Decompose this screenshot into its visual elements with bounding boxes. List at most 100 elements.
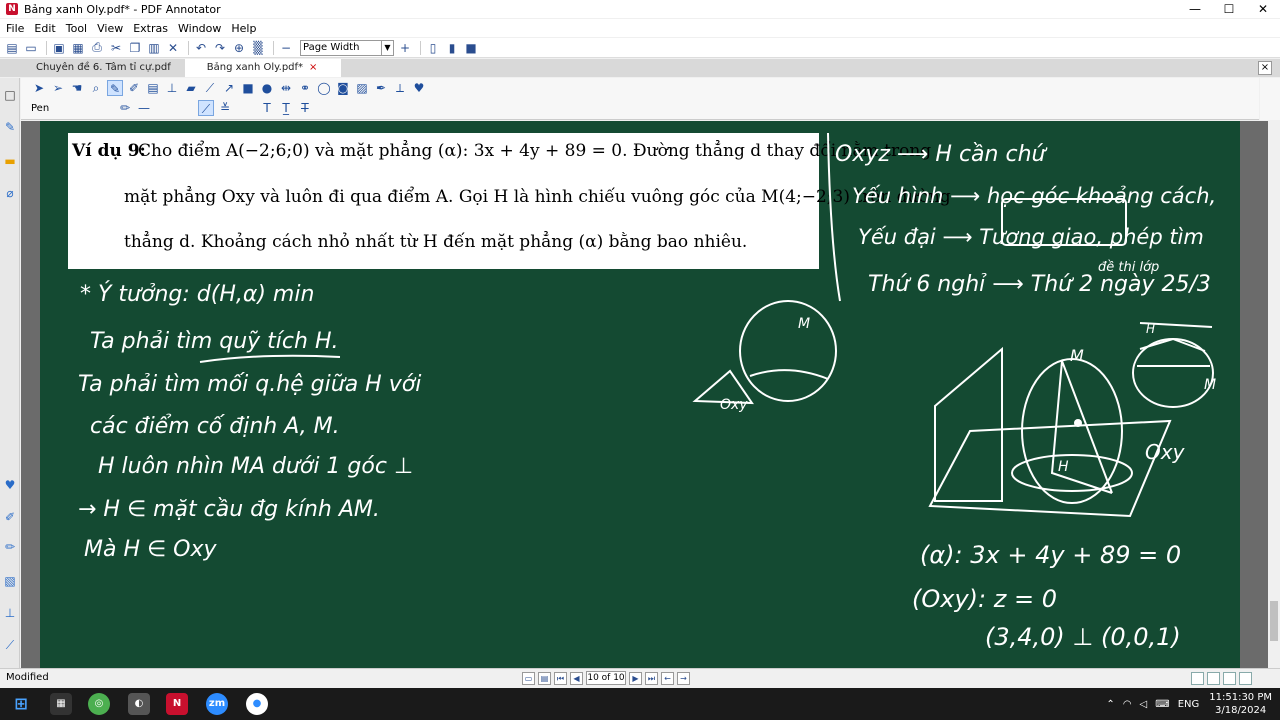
ruler-icon[interactable]: ⟂ <box>392 80 408 96</box>
back-icon[interactable]: ← <box>661 671 674 685</box>
eraser-icon[interactable]: ▰ <box>183 80 199 96</box>
new-icon[interactable]: ▤ <box>4 40 20 56</box>
measure-icon[interactable]: ⇹ <box>278 80 294 96</box>
pencil-icon[interactable]: ✏ <box>3 540 17 554</box>
binoculars-icon[interactable]: ⊕ <box>231 40 247 56</box>
menu-file[interactable]: File <box>6 22 24 35</box>
strikeout-icon[interactable]: T̶ <box>297 100 313 116</box>
rectangle-icon[interactable]: ■ <box>240 80 256 96</box>
menu-window[interactable]: Window <box>178 22 221 35</box>
language-indicator[interactable]: ENG <box>1178 699 1200 710</box>
zoom-out-icon[interactable]: − <box>278 40 294 56</box>
select-arrow-icon[interactable]: ➤ <box>31 80 47 96</box>
highlighter-icon[interactable]: ✐ <box>3 510 17 524</box>
underline-icon[interactable]: T̲ <box>278 100 294 116</box>
pen-color-icon[interactable]: ✏ <box>117 100 133 116</box>
close-document-icon[interactable]: × <box>1258 61 1272 75</box>
menu-edit[interactable]: Edit <box>34 22 55 35</box>
undo-icon[interactable]: ↶ <box>193 40 209 56</box>
scrollbar-thumb[interactable] <box>1270 601 1278 641</box>
chat-app-icon[interactable]: ● <box>246 693 268 715</box>
stamp-icon[interactable]: ⊥ <box>3 606 17 620</box>
app-icon[interactable]: ◐ <box>128 693 150 715</box>
paste-icon[interactable]: ▥ <box>146 40 162 56</box>
ellipse-icon[interactable]: ● <box>259 80 275 96</box>
pdf-annotator-taskbar-icon[interactable]: N <box>166 693 188 715</box>
pen-style-icon[interactable]: ⟋ <box>198 100 214 116</box>
maximize-button[interactable]: ☐ <box>1212 0 1246 18</box>
browser-icon[interactable]: ◎ <box>88 693 110 715</box>
page-width-icon[interactable]: ▮ <box>444 40 460 56</box>
keyboard-icon[interactable]: ⌨ <box>1155 699 1169 710</box>
favorites-heart-icon[interactable]: ♥ <box>3 478 17 492</box>
select-text-icon[interactable]: ➢ <box>50 80 66 96</box>
save-all-icon[interactable]: ▦ <box>70 40 86 56</box>
zoom-select[interactable]: Page Width ▼ <box>300 39 394 56</box>
text-style-icon[interactable]: T <box>259 100 275 116</box>
wifi-icon[interactable]: ◠ <box>1123 699 1132 710</box>
clock[interactable]: 11:51:30 PM 3/18/2024 <box>1209 691 1272 717</box>
minimize-button[interactable]: — <box>1178 0 1212 18</box>
pen-tool-icon[interactable]: ✎ <box>107 80 123 96</box>
continuous-view-icon[interactable] <box>1207 672 1220 685</box>
fullscreen-icon[interactable]: ■ <box>463 40 479 56</box>
delete-icon[interactable]: ✕ <box>165 40 181 56</box>
image-icon[interactable]: ▧ <box>3 574 17 588</box>
folder-open-icon[interactable]: ▭ <box>522 671 535 685</box>
pages-icon[interactable]: ▤ <box>538 671 551 685</box>
favorites-icon[interactable]: ♥ <box>411 80 427 96</box>
stamp-tool-icon[interactable]: ⊥ <box>164 80 180 96</box>
pdf-page[interactable]: Ví dụ 9: Cho điểm A(−2;6;0) và mặt phẳng… <box>40 121 1240 668</box>
print-icon[interactable]: ⎙ <box>89 40 105 56</box>
pipette-icon[interactable]: ✒ <box>373 80 389 96</box>
open-icon[interactable]: ▭ <box>23 40 39 56</box>
close-button[interactable]: ✕ <box>1246 0 1280 18</box>
zoom-in-icon[interactable]: + <box>397 40 413 56</box>
magnifier-icon[interactable]: ⌕ <box>88 80 104 96</box>
smooth-icon[interactable]: ≚ <box>217 100 233 116</box>
select-all-icon[interactable]: ▒ <box>250 40 266 56</box>
forward-icon[interactable]: → <box>677 671 690 685</box>
tab-chuyen-de-6[interactable]: Chuyên đề 6. Tâm tỉ cự.pdf <box>0 59 185 77</box>
menu-tool[interactable]: Tool <box>66 22 87 35</box>
calculator-icon[interactable]: ▦ <box>50 693 72 715</box>
volume-icon[interactable]: ◁ <box>1140 699 1148 710</box>
folder-icon[interactable]: ▬ <box>3 154 17 168</box>
next-page-icon[interactable]: ▶ <box>629 671 642 685</box>
lasso-icon[interactable]: ◯ <box>316 80 332 96</box>
chevron-up-icon[interactable]: ⌃ <box>1106 699 1114 710</box>
single-page-icon[interactable]: ▯ <box>425 40 441 56</box>
zoom-icon[interactable]: zm <box>206 693 228 715</box>
line-tool-icon[interactable]: ⟋ <box>3 638 17 652</box>
tab-close-icon[interactable]: × <box>309 62 317 73</box>
grid-view-icon[interactable] <box>1239 672 1252 685</box>
link-icon[interactable]: ⚭ <box>297 80 313 96</box>
cut-icon[interactable]: ✂ <box>108 40 124 56</box>
menu-extras[interactable]: Extras <box>133 22 168 35</box>
page-indicator[interactable]: 10 of 10 <box>586 671 626 685</box>
redo-icon[interactable]: ↷ <box>212 40 228 56</box>
line-icon[interactable]: ⟋ <box>202 80 218 96</box>
tab-bang-xanh-oly[interactable]: Bảng xanh Oly.pdf* × <box>184 59 342 77</box>
save-icon[interactable]: ▣ <box>51 40 67 56</box>
menu-view[interactable]: View <box>97 22 123 35</box>
line-width-icon[interactable]: — <box>136 100 152 116</box>
first-page-icon[interactable]: ⏮ <box>554 671 567 685</box>
copy-icon[interactable]: ❐ <box>127 40 143 56</box>
two-page-view-icon[interactable] <box>1223 672 1236 685</box>
text-box-icon[interactable]: ▤ <box>145 80 161 96</box>
sidebar-toggle-icon[interactable]: □ <box>3 88 17 102</box>
camera-icon[interactable]: ◙ <box>335 80 351 96</box>
last-page-icon[interactable]: ⏭ <box>645 671 658 685</box>
single-view-icon[interactable] <box>1191 672 1204 685</box>
menu-help[interactable]: Help <box>231 22 256 35</box>
image-insert-icon[interactable]: ▨ <box>354 80 370 96</box>
pen-favorite-icon[interactable]: ✎ <box>3 120 17 134</box>
arrow-icon[interactable]: ↗ <box>221 80 237 96</box>
marker-icon[interactable]: ✐ <box>126 80 142 96</box>
hand-icon[interactable]: ☚ <box>69 80 85 96</box>
vertical-scrollbar[interactable] <box>1268 121 1280 668</box>
windows-start-icon[interactable]: ⊞ <box>10 693 32 715</box>
prev-page-icon[interactable]: ◀ <box>570 671 583 685</box>
attachment-icon[interactable]: ⌀ <box>3 186 17 200</box>
